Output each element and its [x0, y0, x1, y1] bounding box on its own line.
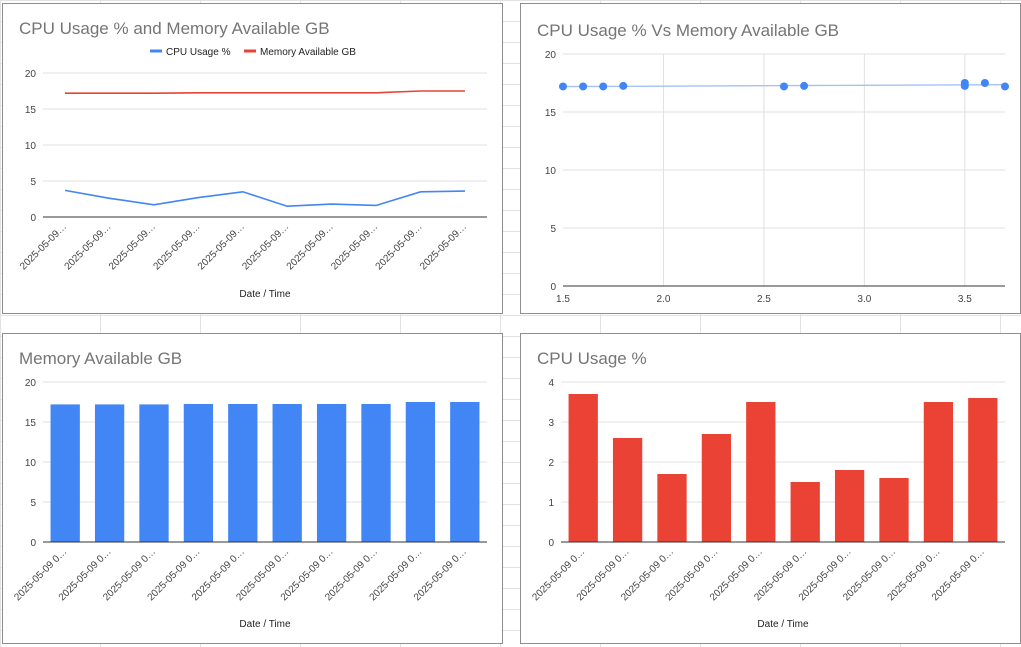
x-tick-label: 2.5: [757, 294, 771, 305]
plot-area: 2025-05-09 0…2025-05-09 0…2025-05-09 0…2…: [530, 394, 1005, 603]
cpu-vs-memory-scatter-chart: CPU Usage % Vs Memory Available GB 0 5 10 1…: [537, 21, 1009, 305]
x-tick-label: 2.0: [657, 294, 671, 305]
y-tick-label: 20: [25, 378, 37, 389]
bar: [657, 474, 687, 542]
scatter-point: [559, 82, 567, 91]
bar: [50, 404, 80, 542]
chart-title: CPU Usage % Vs Memory Available GB: [537, 21, 839, 40]
bar: [968, 398, 998, 542]
bar: [228, 404, 258, 542]
cpu-vs-memory-scatter-card[interactable]: CPU Usage % Vs Memory Available GB 0 5 10 1…: [520, 3, 1021, 314]
scatter-point: [1001, 82, 1009, 91]
scatter-point: [960, 79, 969, 87]
bar: [746, 402, 776, 542]
legend-label-memory[interactable]: Memory Available GB: [260, 47, 356, 58]
y-tick-label: 15: [25, 105, 37, 116]
scatter-point: [619, 81, 628, 90]
y-tick-label: 10: [25, 141, 37, 152]
y-tick-label: 4: [548, 378, 554, 389]
bar: [405, 402, 436, 542]
bar: [612, 438, 643, 542]
scatter-point: [579, 82, 588, 91]
scatter-point: [780, 82, 788, 91]
bar: [701, 434, 732, 542]
y-tick-label: 0: [30, 538, 36, 549]
x-tick-label: 1.5: [556, 294, 570, 305]
y-tick-label: 15: [25, 418, 37, 429]
series-line-cpu: [64, 189, 466, 208]
memory-bar-chart-card[interactable]: Memory Available GB 0 5 10 15 20 2025-05-09 …: [2, 333, 503, 644]
scatter-point: [980, 79, 989, 87]
x-axis-title: Date / Time: [239, 289, 291, 300]
plot-area: [559, 79, 1009, 287]
bar: [790, 482, 820, 542]
cpu-bar-chart-card[interactable]: CPU Usage % 01234 2025-05-09 0… 2025-05-0…: [520, 333, 1021, 644]
y-tick-label: 0: [550, 282, 556, 293]
legend-label-cpu[interactable]: CPU Usage %: [166, 47, 231, 58]
bar: [316, 404, 347, 542]
bar: [94, 404, 125, 542]
y-tick-label: 2: [548, 458, 554, 469]
cpu-memory-line-chart-card[interactable]: CPU Usage % and Memory Available GB CPU …: [2, 3, 503, 314]
cpu-bar-chart: CPU Usage % 01234 2025-05-09 0…2025-05-0…: [530, 349, 1005, 630]
series-line-memory: [65, 90, 465, 94]
scatter-point: [800, 81, 809, 90]
plot-area: 2025-05-09 0…2025-05-09 0…2025-05-09 0…2…: [12, 402, 487, 603]
y-tick-label: 10: [545, 166, 557, 177]
memory-bar-chart: Memory Available GB 05101520 2025-05-09 …: [12, 349, 487, 630]
chart-title: Memory Available GB: [19, 349, 182, 368]
bar: [361, 404, 391, 542]
y-tick-label: 5: [30, 177, 36, 188]
bar: [139, 404, 169, 542]
y-tick-label: 5: [550, 224, 556, 235]
grid-lines: 0 5 10 15 20 1.5 2.0 2.5 3.0 3.5: [545, 50, 1005, 305]
chart-title: CPU Usage %: [537, 349, 647, 368]
y-tick-label: 20: [545, 50, 557, 61]
y-tick-label: 15: [545, 108, 557, 119]
plot-area: 2025-05-09…2025-05-09…2025-05-09…2025-05…: [18, 90, 487, 272]
y-tick-label: 10: [25, 458, 37, 469]
bar: [272, 404, 302, 542]
scatter-point: [599, 82, 608, 91]
x-tick-label: 2025-05-09…: [418, 221, 469, 272]
y-tick-label: 0: [548, 538, 554, 549]
y-tick-label: 3: [548, 418, 554, 429]
y-tick-label: 0: [30, 213, 36, 224]
x-axis-title: Date / Time: [239, 619, 291, 630]
bar: [879, 478, 909, 542]
bar: [923, 402, 954, 542]
bar: [834, 470, 865, 542]
bar: [450, 402, 480, 542]
x-tick-label: 3.5: [958, 294, 972, 305]
x-tick-label: 3.0: [857, 294, 871, 305]
y-tick-label: 5: [30, 498, 36, 509]
cpu-memory-line-chart: CPU Usage % and Memory Available GB CPU …: [18, 19, 487, 300]
bar: [183, 404, 214, 542]
x-axis-title: Date / Time: [757, 619, 809, 630]
chart-title: CPU Usage % and Memory Available GB: [19, 19, 330, 38]
bar: [568, 394, 598, 542]
y-tick-label: 1: [548, 498, 554, 509]
y-tick-label: 20: [25, 69, 37, 80]
legend: CPU Usage % Memory Available GB: [150, 47, 356, 58]
